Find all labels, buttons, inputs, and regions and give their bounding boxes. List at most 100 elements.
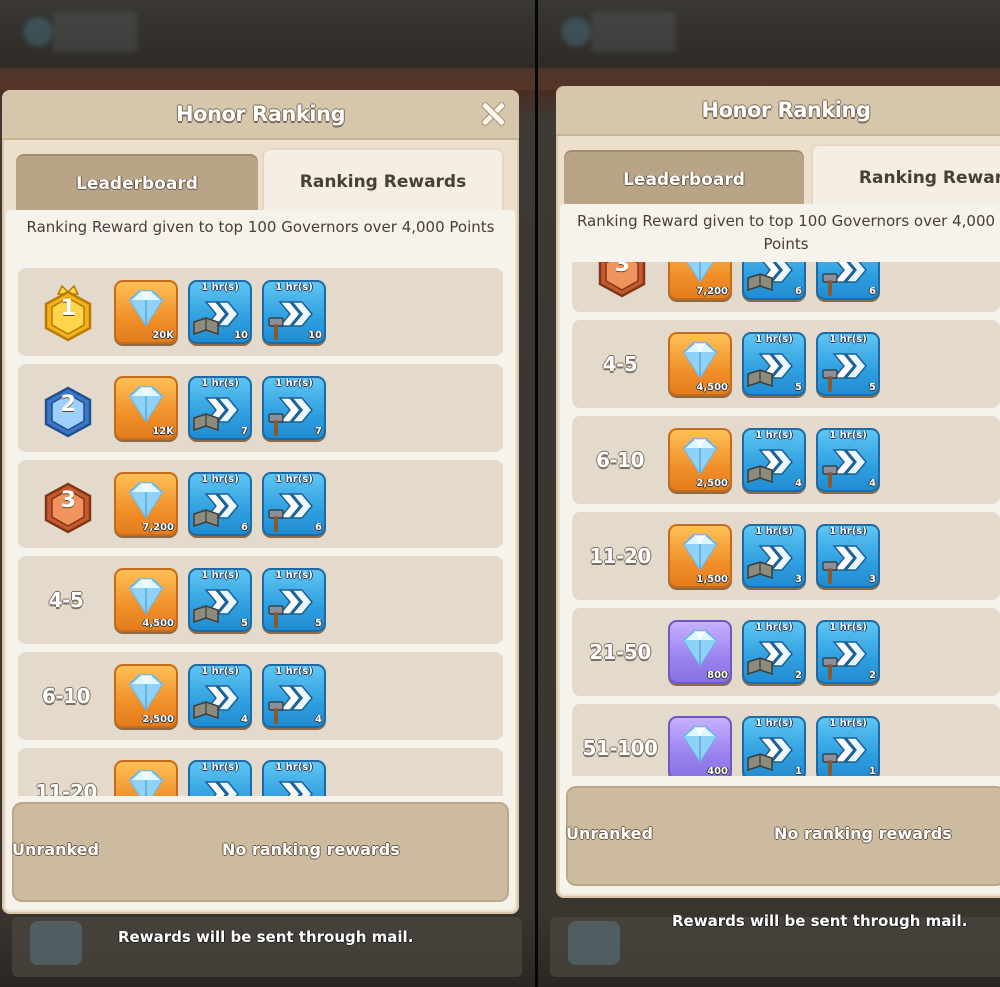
speedup-duration: 1 hr(s) [201, 474, 239, 485]
gem-reward[interactable]: 7,200 [668, 262, 732, 300]
speedup-duration: 1 hr(s) [829, 526, 867, 537]
reward-tier-row: 4-5 4,500 1 hr(s) 5 1 hr(s) 5 [18, 556, 503, 644]
reward-list[interactable]: 1 20K 1 hr(s) 10 1 hr(s) 10 2 12K 1 hr(s) 7 1 hr(s… [18, 266, 503, 796]
build-speedup-reward[interactable]: 1 hr(s) 2 [816, 620, 880, 684]
speedup-quantity: 6 [795, 286, 802, 297]
speedup-duration: 1 hr(s) [829, 334, 867, 345]
tab-ranking-rewards[interactable]: Ranking Rewards [262, 148, 504, 216]
gem-quantity: 7,200 [142, 522, 174, 533]
rank-cell: 1 [18, 268, 114, 356]
build-speedup-reward[interactable]: 1 hr(s) 6 [262, 472, 326, 536]
build-speedup-reward[interactable]: 1 hr(s)6 [816, 262, 880, 300]
speedup-duration: 1 hr(s) [275, 474, 313, 485]
gem-quantity: 12K [152, 426, 174, 437]
tab-bar: Leaderboard Ranking Rewards [16, 148, 519, 216]
speedup-quantity: 6 [315, 522, 322, 533]
build-speedup-reward[interactable]: 1 hr(s) 4 [262, 664, 326, 728]
gem-quantity: 2,500 [696, 478, 728, 489]
rank-cell: 11-20 [572, 512, 668, 600]
reward-tier-row: 11-20 1,500 1 hr(s) 3 1 hr(s) 3 [572, 512, 1000, 600]
speedup-quantity: 7 [241, 426, 248, 437]
panel-titlebar: Honor Ranking [2, 90, 519, 140]
honor-ranking-panel: Honor Ranking Leaderboard Ranking Rewar … [556, 86, 1000, 898]
speedup-quantity: 6 [869, 286, 876, 297]
build-speedup-reward[interactable]: 1 hr(s) 3 [816, 524, 880, 588]
gem-quantity: 2,500 [142, 714, 174, 725]
rank-label: 4-5 [602, 352, 638, 376]
tab-leaderboard[interactable]: Leaderboard [16, 154, 258, 214]
build-speedup-reward[interactable]: 1 hr(s) 5 [816, 332, 880, 396]
gem-reward[interactable]: 1,500 [668, 524, 732, 588]
medal-number: 3 [60, 488, 76, 513]
reward-tier-row: 3 7,200 1 hr(s) 6 1 hr(s) 6 [18, 460, 503, 548]
gem-reward[interactable]: 1,500 [114, 760, 178, 796]
research-speedup-reward[interactable]: 1 hr(s) 4 [188, 664, 252, 728]
reward-list[interactable]: 37,2001 hr(s)61 hr(s)64-54,5001 hr(s)51 … [572, 262, 1000, 776]
rank-label: 11-20 [35, 780, 97, 796]
rank-label: 21-50 [589, 640, 651, 664]
reward-tier-row: 51-100 400 1 hr(s) 1 1 hr(s) 1 [572, 704, 1000, 776]
gem-reward[interactable]: 800 [668, 620, 732, 684]
gem-reward[interactable]: 2,500 [668, 428, 732, 492]
gem-reward[interactable]: 12K [114, 376, 178, 440]
speedup-quantity: 10 [308, 330, 322, 341]
close-icon[interactable] [479, 100, 507, 128]
build-speedup-reward[interactable]: 1 hr(s)3 [262, 760, 326, 796]
speedup-duration: 1 hr(s) [755, 622, 793, 633]
rank-cell: 2 [18, 364, 114, 452]
gem-reward[interactable]: 20K [114, 280, 178, 344]
speedup-quantity: 2 [869, 670, 876, 681]
research-speedup-reward[interactable]: 1 hr(s)3 [188, 760, 252, 796]
speedup-quantity: 10 [234, 330, 248, 341]
reward-tier-row: 6-10 2,500 1 hr(s) 4 1 hr(s) 4 [18, 652, 503, 740]
rank-label: 51-100 [582, 736, 658, 760]
right-screenshot: Honor Ranking Leaderboard Ranking Rewar … [538, 0, 1000, 987]
build-speedup-reward[interactable]: 1 hr(s) 1 [816, 716, 880, 776]
gem-reward[interactable]: 4,500 [668, 332, 732, 396]
panel-title: Honor Ranking [701, 98, 872, 122]
unranked-row: Unranked No ranking rewards [566, 786, 1000, 886]
gem-reward[interactable]: 2,500 [114, 664, 178, 728]
unranked-label: Unranked [12, 840, 99, 859]
research-speedup-reward[interactable]: 1 hr(s) 5 [188, 568, 252, 632]
rank-cell: 6-10 [18, 652, 114, 740]
gem-quantity: 800 [707, 670, 728, 681]
speedup-duration: 1 hr(s) [275, 570, 313, 581]
build-speedup-reward[interactable]: 1 hr(s) 5 [262, 568, 326, 632]
speedup-duration: 1 hr(s) [275, 282, 313, 293]
rank-label: 6-10 [595, 448, 645, 472]
build-speedup-reward[interactable]: 1 hr(s) 4 [816, 428, 880, 492]
rank-cell: 4-5 [18, 556, 114, 644]
panel-titlebar: Honor Ranking [556, 86, 1000, 136]
research-speedup-reward[interactable]: 1 hr(s)6 [188, 472, 252, 536]
gem-reward[interactable]: 400 [668, 716, 732, 776]
reward-tier-row: 4-5 4,500 1 hr(s) 5 1 hr(s) 5 [572, 320, 1000, 408]
research-speedup-reward[interactable]: 1 hr(s)3 [742, 524, 806, 588]
reward-list-items: 1 20K 1 hr(s) 10 1 hr(s) 10 2 12K 1 hr(s) 7 1 hr(s… [18, 268, 503, 796]
research-speedup-reward[interactable]: 1 hr(s) 1 [742, 716, 806, 776]
research-speedup-reward[interactable]: 1 hr(s)6 [742, 262, 806, 300]
gem-quantity: 7,200 [696, 286, 728, 297]
tab-bar: Leaderboard Ranking Rewar [564, 144, 1000, 212]
build-speedup-reward[interactable]: 1 hr(s) 10 [262, 280, 326, 344]
research-speedup-reward[interactable]: 1 hr(s) 10 [188, 280, 252, 344]
speedup-quantity: 1 [795, 766, 802, 776]
build-speedup-reward[interactable]: 1 hr(s) 7 [262, 376, 326, 440]
mail-notice: Rewards will be sent through mail. [118, 928, 414, 946]
reward-tier-row: 6-10 2,500 1 hr(s) 4 1 hr(s) 4 [572, 416, 1000, 504]
research-speedup-reward[interactable]: 1 hr(s) 7 [188, 376, 252, 440]
speedup-quantity: 5 [795, 382, 802, 393]
rank-cell: 51-100 [572, 704, 668, 776]
tab-ranking-rewards[interactable]: Ranking Rewar [811, 144, 1000, 212]
speedup-quantity: 2 [795, 670, 802, 681]
rank-cell: 21-50 [572, 608, 668, 696]
speedup-duration: 1 hr(s) [201, 666, 239, 677]
speedup-quantity: 3 [869, 574, 876, 585]
speedup-duration: 1 hr(s) [201, 762, 239, 773]
gem-reward[interactable]: 7,200 [114, 472, 178, 536]
gem-reward[interactable]: 4,500 [114, 568, 178, 632]
research-speedup-reward[interactable]: 1 hr(s) 4 [742, 428, 806, 492]
research-speedup-reward[interactable]: 1 hr(s) 5 [742, 332, 806, 396]
tab-leaderboard[interactable]: Leaderboard [564, 150, 804, 210]
research-speedup-reward[interactable]: 1 hr(s) 2 [742, 620, 806, 684]
